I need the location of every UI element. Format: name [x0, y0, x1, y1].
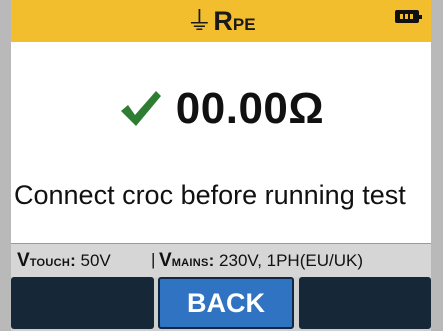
- back-button[interactable]: BACK: [158, 277, 294, 329]
- softkey-left[interactable]: [11, 277, 154, 329]
- status-bar: VTOUCH: 50V | VMAINS: 230V, 1PH(EU/UK): [11, 243, 431, 277]
- battery-full-icon: [395, 10, 422, 23]
- earth-ground-icon: ⏚: [186, 6, 213, 36]
- tester-screen: ⏚RPE 00.00Ω Connect croc before running …: [11, 0, 431, 331]
- vtouch-value: 50V: [80, 251, 111, 270]
- vmains-setting: VMAINS: 230V, 1PH(EU/UK): [159, 250, 363, 271]
- header-bar: ⏚RPE: [11, 0, 431, 42]
- softkey-bar: BACK: [11, 277, 431, 331]
- vmains-value: 230V, 1PH(EU/UK): [219, 251, 363, 270]
- softkey-right[interactable]: [299, 277, 431, 329]
- test-title: ⏚RPE: [11, 4, 431, 42]
- title-sub: PE: [232, 15, 256, 34]
- status-separator: |: [151, 250, 156, 269]
- resistance-value: 00.00Ω: [175, 84, 325, 133]
- result-reading: 00.00Ω: [11, 84, 431, 134]
- check-icon: [120, 91, 161, 126]
- title-main: R: [213, 6, 233, 36]
- instruction-message: Connect croc before running test: [14, 180, 406, 210]
- vtouch-setting: VTOUCH: 50V: [17, 250, 111, 271]
